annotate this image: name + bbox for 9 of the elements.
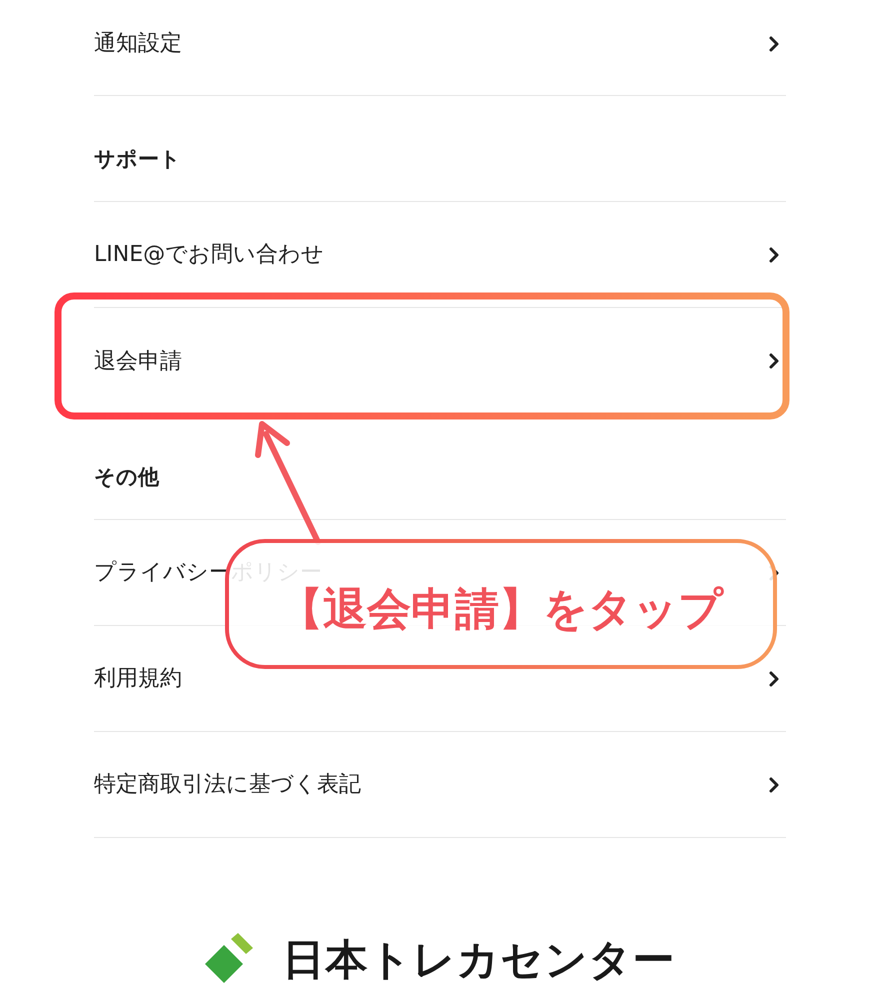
section-header: サポート (94, 146, 181, 172)
logo-text: 日本トレカセンター (282, 934, 676, 986)
menu-item-label[interactable]: 退会申請 (94, 344, 182, 378)
menu-item-label[interactable]: 利用規約 (94, 662, 182, 695)
section-header: その他 (94, 464, 159, 490)
menu-item-label[interactable]: LINE@でお問い合わせ (94, 238, 324, 271)
menu-item-label[interactable]: 特定商取引法に基づく表記 (94, 768, 361, 801)
callout-text: 【退会申請】をタップ (279, 588, 723, 632)
menu-item-label[interactable]: 通知設定 (94, 27, 182, 60)
